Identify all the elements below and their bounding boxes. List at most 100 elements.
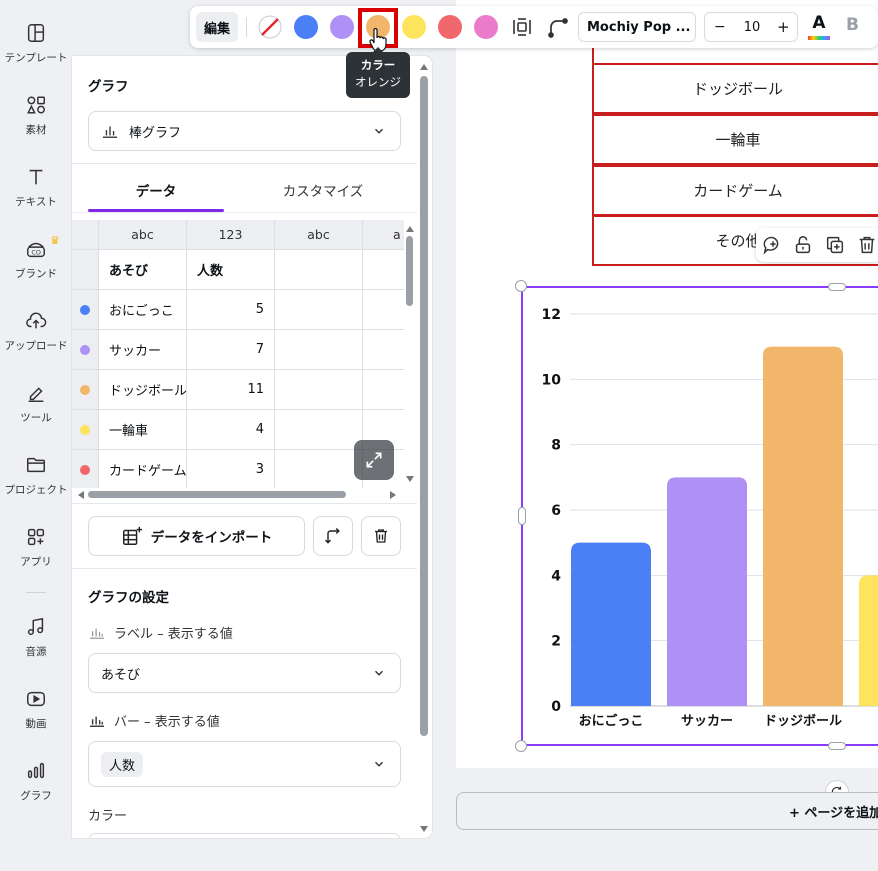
scroll-up-arrow[interactable] <box>406 226 414 232</box>
grid-vertical-scrollbar[interactable] <box>404 220 416 488</box>
series-color-dot[interactable] <box>80 384 90 395</box>
swap-axes-button[interactable] <box>313 516 353 556</box>
resize-handle-left[interactable] <box>518 507 526 525</box>
rail-item-charts[interactable]: グラフ <box>0 760 72 820</box>
font-size-increase[interactable]: + <box>777 18 790 36</box>
grid-cell[interactable] <box>363 330 404 370</box>
grid-type-header[interactable]: a <box>363 220 404 250</box>
text-color-button[interactable]: A <box>808 13 830 41</box>
grid-type-header[interactable]: abc <box>99 220 187 250</box>
delete-icon[interactable] <box>856 234 878 256</box>
grid-cell[interactable]: あそび <box>99 250 187 290</box>
resize-handle-bottom[interactable] <box>828 742 846 750</box>
grid-type-header[interactable]: 123 <box>187 220 275 250</box>
scroll-up-arrow[interactable] <box>420 64 428 70</box>
grid-cell[interactable]: 5 <box>187 290 275 330</box>
add-comment-icon[interactable] <box>762 234 784 256</box>
rail-item-video[interactable]: 動画 <box>0 688 72 748</box>
tab-customize[interactable]: カスタマイズ <box>248 181 398 211</box>
grid-cell[interactable] <box>363 250 404 290</box>
rail-item-apps[interactable]: アプリ <box>0 526 72 586</box>
grid-cell[interactable]: 4 <box>187 410 275 450</box>
table-row[interactable]: 一輪車 <box>592 114 878 165</box>
table-cell: その他 <box>715 232 761 250</box>
grid-cell[interactable]: 一輪車 <box>99 410 187 450</box>
grid-cell[interactable]: カードゲーム <box>99 450 187 488</box>
resize-handle-bottom-left[interactable] <box>515 740 527 752</box>
scroll-left-arrow[interactable] <box>78 491 84 499</box>
rail-item-templates[interactable]: テンプレート <box>0 22 72 82</box>
font-family-select[interactable]: Mochiy Pop ... <box>578 12 696 42</box>
scroll-down-arrow[interactable] <box>406 476 414 482</box>
no-color-icon[interactable] <box>258 15 282 39</box>
series-color-dot[interactable] <box>80 344 90 355</box>
rail-item-audio[interactable]: 音源 <box>0 616 72 676</box>
scroll-down-arrow[interactable] <box>420 826 428 832</box>
bar-value-chip[interactable]: 人数 <box>101 751 144 777</box>
table-row[interactable]: カードゲーム <box>592 165 878 216</box>
series-color-dot[interactable] <box>80 304 90 315</box>
grid-horizontal-scrollbar[interactable] <box>72 488 404 502</box>
color-swatch[interactable] <box>474 15 498 39</box>
label-value: あそび <box>101 667 141 683</box>
rail-item-brand[interactable]: ♛ CO ブランド <box>0 234 72 298</box>
chart-type-select[interactable]: 棒グラフ <box>88 111 401 151</box>
rail-item-text[interactable]: テキスト <box>0 166 72 226</box>
font-size-input[interactable]: 10 <box>737 20 767 35</box>
table-row[interactable]: ドッジボール <box>592 63 878 114</box>
upload-icon <box>26 312 47 329</box>
rail-item-tools[interactable]: ツール <box>0 382 72 442</box>
color-swatch[interactable] <box>402 15 426 39</box>
add-page-button[interactable]: + ページを追加 <box>456 792 878 830</box>
scroll-thumb[interactable] <box>420 76 428 736</box>
rail-item-projects[interactable]: プロジェクト <box>0 454 72 514</box>
clear-data-button[interactable] <box>361 516 401 556</box>
grid-cell[interactable] <box>275 290 363 330</box>
expand-grid-button[interactable] <box>354 440 394 480</box>
grid-cell[interactable]: ドッジボール <box>99 370 187 410</box>
grid-cell[interactable] <box>275 370 363 410</box>
scroll-thumb[interactable] <box>406 236 413 306</box>
grid-cell[interactable]: サッカー <box>99 330 187 370</box>
chart-type-label: 棒グラフ <box>129 125 182 141</box>
unlock-icon[interactable] <box>792 234 814 256</box>
position-icon[interactable] <box>510 15 534 39</box>
duplicate-icon[interactable] <box>824 234 846 256</box>
grid-cell[interactable] <box>275 410 363 450</box>
bold-button[interactable]: B <box>846 15 859 35</box>
grid-cell[interactable]: 3 <box>187 450 275 488</box>
grid-cell[interactable]: 7 <box>187 330 275 370</box>
grid-cell[interactable] <box>275 330 363 370</box>
panel-scrollbar[interactable] <box>420 64 428 832</box>
color-swatch[interactable] <box>438 15 462 39</box>
grid-cell[interactable] <box>363 290 404 330</box>
series-color-dot[interactable] <box>80 464 90 475</box>
grid-cell[interactable] <box>275 450 363 488</box>
resize-handle-top-left[interactable] <box>515 280 527 292</box>
scroll-thumb[interactable] <box>88 491 346 498</box>
import-data-button[interactable]: データをインポート <box>88 516 305 556</box>
scroll-right-arrow[interactable] <box>390 491 396 499</box>
label-value-select[interactable]: あそび <box>88 653 401 693</box>
chart-element[interactable]: 024681012おにごっこサッカードッジボール一輪車 <box>521 286 878 746</box>
tab-data[interactable]: データ <box>88 181 224 211</box>
grid-cell[interactable] <box>275 250 363 290</box>
color-swatch[interactable] <box>330 15 354 39</box>
svg-text:CO: CO <box>31 249 41 257</box>
grid-cell[interactable] <box>363 370 404 410</box>
panel-divider <box>72 503 417 504</box>
color-select[interactable] <box>88 833 401 838</box>
color-swatch[interactable] <box>294 15 318 39</box>
grid-cell[interactable]: 人数 <box>187 250 275 290</box>
edit-button[interactable]: 編集 <box>196 12 238 42</box>
series-color-dot[interactable] <box>80 424 90 435</box>
grid-cell[interactable]: 11 <box>187 370 275 410</box>
rail-item-elements[interactable]: 素材 <box>0 94 72 154</box>
bar-value-select[interactable]: 人数 <box>88 741 401 787</box>
grid-cell[interactable]: おにごっこ <box>99 290 187 330</box>
resize-handle-top[interactable] <box>828 283 846 291</box>
line-style-icon[interactable] <box>546 15 570 39</box>
grid-type-header[interactable]: abc <box>275 220 363 250</box>
font-size-decrease[interactable]: − <box>714 19 726 35</box>
rail-item-upload[interactable]: アップロード <box>0 310 72 370</box>
